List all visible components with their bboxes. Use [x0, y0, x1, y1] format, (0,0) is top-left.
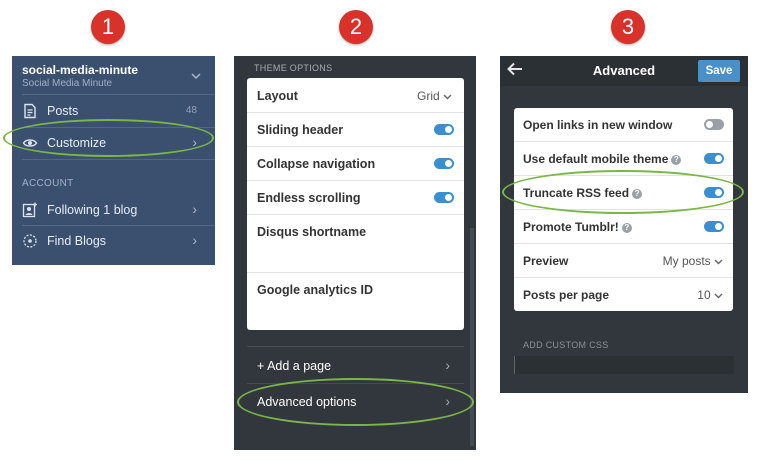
layout-select[interactable]: Layout Grid	[247, 78, 464, 113]
collapse-navigation-row: Collapse navigation	[247, 146, 464, 181]
option-label: Google analytics ID	[257, 283, 374, 297]
chevron-down-icon	[443, 94, 452, 100]
highlight-ellipse-advanced	[237, 378, 474, 426]
open-links-toggle[interactable]	[704, 119, 724, 130]
preview-value: My posts	[663, 254, 723, 268]
blog-sidebar-panel: social-media-minute Social Media Minute …	[12, 56, 215, 265]
disqus-shortname-field[interactable]: Disqus shortname	[247, 214, 464, 273]
open-links-row: Open links in new window	[514, 108, 733, 142]
chevron-down-icon	[714, 259, 723, 265]
option-label: Open links in new window	[523, 118, 673, 132]
sidebar-item-following[interactable]: Following 1 blog ›	[12, 195, 215, 225]
option-label: Promote Tumblr!	[523, 220, 619, 234]
account-subtitle: Social Media Minute	[22, 78, 113, 89]
option-label: Use default mobile theme	[523, 152, 669, 166]
google-analytics-field[interactable]: Google analytics ID	[247, 272, 464, 330]
add-page-link[interactable]: + Add a page ›	[247, 348, 464, 382]
divider	[22, 94, 215, 95]
option-label: Collapse navigation	[257, 157, 376, 171]
step-badge-3: 3	[611, 10, 645, 44]
advanced-settings-panel: Advanced Save Open links in new window U…	[500, 56, 748, 393]
chevron-right-icon: ›	[192, 201, 197, 217]
theme-options-card: Layout Grid Sliding header Collapse navi…	[247, 78, 464, 330]
divider	[22, 159, 215, 160]
option-label: Endless scrolling	[257, 191, 361, 205]
collapse-navigation-toggle[interactable]	[434, 158, 454, 169]
sliding-header-row: Sliding header	[247, 112, 464, 147]
option-label-wrap: Use default mobile theme?	[523, 152, 682, 166]
scrollbar[interactable]	[470, 228, 474, 446]
compass-icon	[22, 233, 38, 249]
posts-per-page-select[interactable]: Posts per page 10	[514, 278, 733, 311]
follow-person-icon	[22, 202, 38, 218]
chevron-right-icon: ›	[445, 357, 450, 373]
chevron-down-icon	[714, 293, 723, 299]
section-label-account: ACCOUNT	[22, 178, 74, 189]
promote-tumblr-toggle[interactable]	[704, 221, 724, 232]
sidebar-item-label: Posts	[47, 104, 79, 118]
sidebar-item-find-blogs[interactable]: Find Blogs ›	[12, 226, 215, 256]
account-name: social-media-minute	[22, 63, 139, 77]
option-label: Sliding header	[257, 123, 344, 137]
sidebar-item-label: Following 1 blog	[47, 203, 138, 217]
step-badge-1: 1	[91, 10, 125, 44]
post-count: 48	[185, 105, 197, 116]
document-icon	[22, 103, 38, 119]
help-icon[interactable]: ?	[671, 155, 682, 165]
top-bar: Advanced Save	[500, 56, 748, 86]
sidebar-item-label: Find Blogs	[47, 234, 107, 248]
layout-value: Grid	[417, 89, 452, 103]
custom-css-input[interactable]	[514, 356, 734, 374]
preview-select[interactable]: Preview My posts	[514, 244, 733, 278]
option-label-wrap: Promote Tumblr!?	[523, 220, 632, 234]
promote-tumblr-row: Promote Tumblr!?	[514, 210, 733, 244]
chevron-right-icon: ›	[192, 232, 197, 248]
endless-scrolling-row: Endless scrolling	[247, 180, 464, 215]
option-label: Preview	[523, 254, 569, 268]
sliding-header-toggle[interactable]	[434, 124, 454, 135]
option-label: Disqus shortname	[257, 225, 367, 239]
section-label-custom-css: ADD CUSTOM CSS	[523, 340, 609, 350]
default-mobile-theme-toggle[interactable]	[704, 153, 724, 164]
posts-per-page-value: 10	[697, 288, 723, 302]
highlight-ellipse-customize	[3, 119, 214, 157]
section-label-theme-options: THEME OPTIONS	[254, 63, 333, 73]
help-icon[interactable]: ?	[621, 223, 632, 233]
account-switcher[interactable]: social-media-minute Social Media Minute	[22, 63, 138, 89]
step-badge-2: 2	[339, 10, 373, 44]
add-page-label: + Add a page	[257, 359, 332, 373]
option-label: Posts per page	[523, 288, 610, 302]
chevron-down-icon[interactable]	[191, 68, 201, 83]
option-label: Layout	[257, 89, 298, 103]
highlight-ellipse-truncate-rss	[502, 170, 744, 214]
save-button[interactable]: Save	[698, 60, 740, 82]
divider	[247, 346, 464, 347]
endless-scrolling-toggle[interactable]	[434, 192, 454, 203]
